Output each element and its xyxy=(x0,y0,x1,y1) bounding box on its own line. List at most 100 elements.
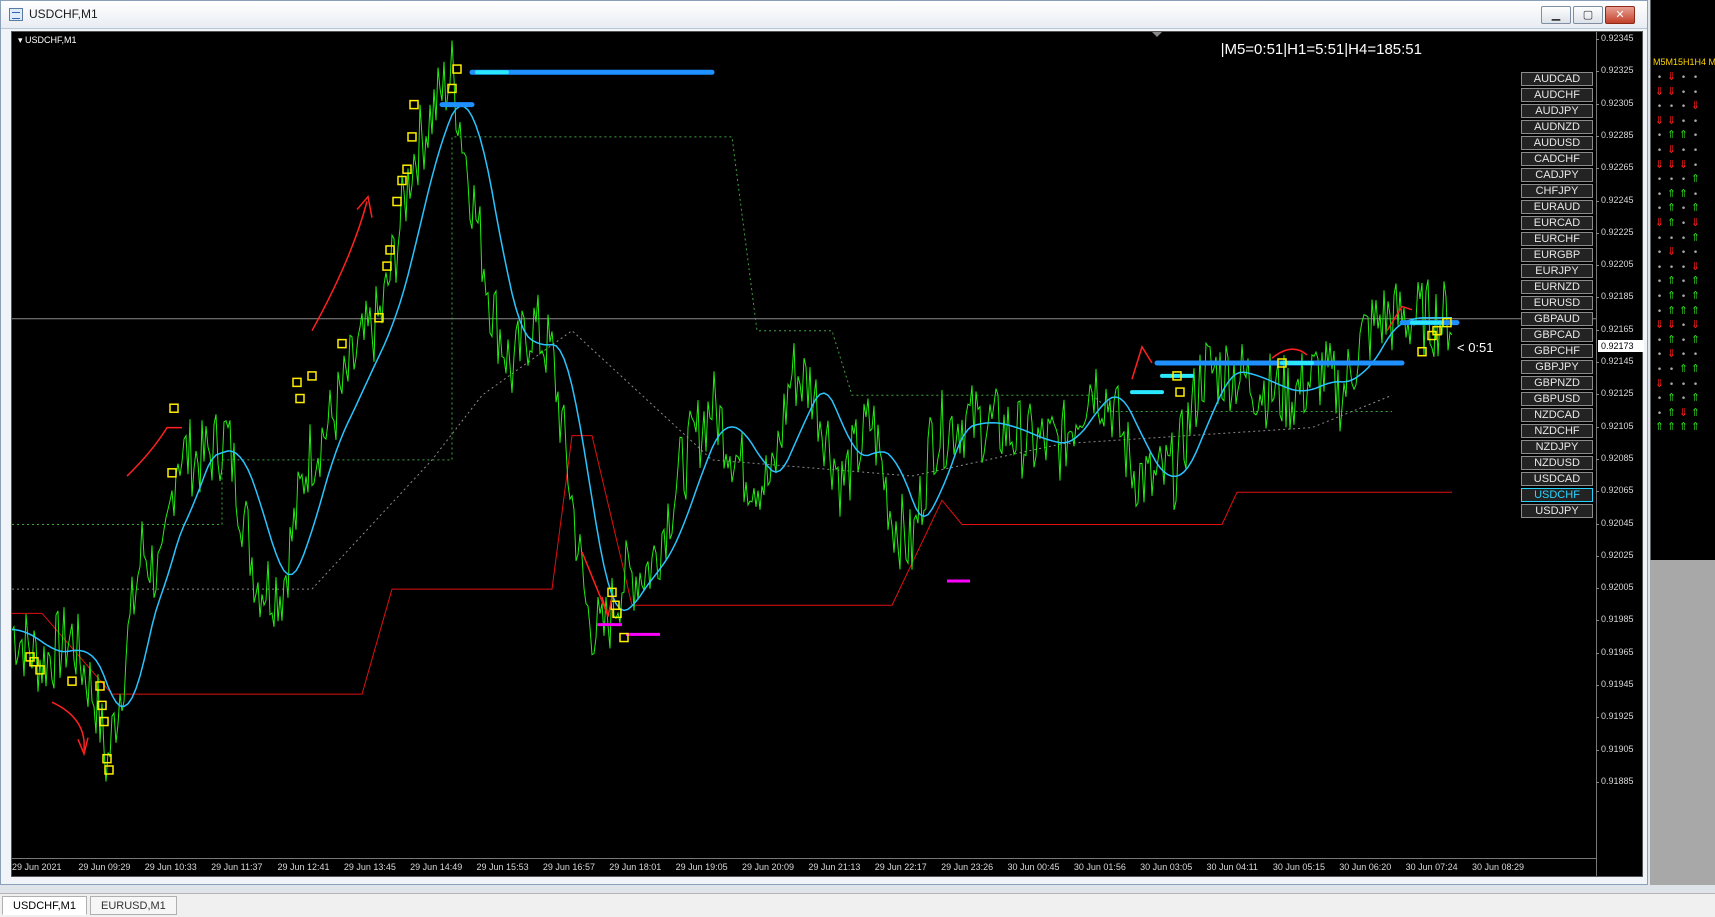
time-tick: 29 Jun 22:17 xyxy=(874,862,927,872)
strength-row: • • • ⇑ xyxy=(1653,172,1715,186)
symbol-button-usdcad[interactable]: USDCAD xyxy=(1521,472,1593,486)
neutral-dot-icon: • xyxy=(1680,146,1686,156)
arrow-down-icon: ⇓ xyxy=(1666,245,1676,259)
symbol-button-euraud[interactable]: EURAUD xyxy=(1521,200,1593,214)
strength-row: ⇓ • • • xyxy=(1653,377,1715,391)
neutral-dot-icon: • xyxy=(1680,321,1686,332)
title-bar[interactable]: USDCHF,M1 ▁ ▢ ✕ xyxy=(1,1,1647,29)
symbol-button-audcad[interactable]: AUDCAD xyxy=(1521,72,1593,86)
signal-box xyxy=(382,261,392,271)
arrow-down-icon: ⇓ xyxy=(1654,318,1664,332)
neutral-dot-icon: • xyxy=(1656,146,1662,156)
neutral-dot-icon: • xyxy=(1692,379,1698,390)
symbol-button-eurgbp[interactable]: EURGBP xyxy=(1521,248,1593,262)
symbol-button-gbpchf[interactable]: GBPCHF xyxy=(1521,344,1593,358)
chart-shift-marker[interactable] xyxy=(1152,32,1162,37)
neutral-dot-icon: • xyxy=(1656,365,1662,375)
minimize-button[interactable]: ▁ xyxy=(1541,6,1571,24)
neutral-dot-icon: • xyxy=(1692,146,1698,156)
neutral-dot-icon: • xyxy=(1656,408,1662,419)
strength-row: • ⇑ ⇑ • xyxy=(1653,128,1715,142)
strength-row: ⇓ ⇓ • ⇓ xyxy=(1653,318,1715,332)
symbol-button-audjpy[interactable]: AUDJPY xyxy=(1521,104,1593,118)
symbol-button-nzdusd[interactable]: NZDUSD xyxy=(1521,456,1593,470)
price-chart[interactable]: ▾ USDCHF,M1 |M5=0:51|H1=5:51|H4=185:51 <… xyxy=(11,31,1644,877)
symbol-button-eurcad[interactable]: EURCAD xyxy=(1521,216,1593,230)
symbol-button-audnzd[interactable]: AUDNZD xyxy=(1521,120,1593,134)
neutral-dot-icon: • xyxy=(1692,116,1698,127)
price-axis[interactable]: 0.92345 0.92325 0.92305 0.92285 0.92265 0.922… xyxy=(1596,32,1644,876)
neutral-dot-icon: • xyxy=(1680,233,1686,244)
arrow-up-icon: ⇑ xyxy=(1666,128,1676,142)
price-tick: 0.92105 xyxy=(1596,420,1634,431)
neutral-dot-icon: • xyxy=(1680,277,1686,288)
moving-average-line xyxy=(12,105,1452,708)
arrow-down-icon: ⇓ xyxy=(1654,216,1664,229)
symbol-button-chfjpy[interactable]: CHFJPY xyxy=(1521,184,1593,198)
symbol-button-eurusd[interactable]: EURUSD xyxy=(1521,296,1593,310)
time-tick: 29 Jun 10:33 xyxy=(144,862,197,872)
window-title: USDCHF,M1 xyxy=(29,7,98,21)
symbol-button-eurchf[interactable]: EURCHF xyxy=(1521,232,1593,246)
symbol-button-gbpnzd[interactable]: GBPNZD xyxy=(1521,376,1593,390)
arrow-up-icon: ⇑ xyxy=(1666,274,1676,288)
price-tick: 0.92185 xyxy=(1596,291,1634,302)
symbol-button-cadjpy[interactable]: CADJPY xyxy=(1521,168,1593,182)
symbol-button-audchf[interactable]: AUDCHF xyxy=(1521,88,1593,102)
neutral-dot-icon: • xyxy=(1680,335,1686,346)
neutral-dot-icon: • xyxy=(1680,379,1686,390)
chart-tab[interactable]: USDCHF,M1 xyxy=(2,896,87,915)
symbol-button-eurnzd[interactable]: EURNZD xyxy=(1521,280,1593,294)
annotation-arrow-up xyxy=(1131,345,1153,380)
neutral-dot-icon: • xyxy=(1692,73,1698,83)
symbol-button-gbpusd[interactable]: GBPUSD xyxy=(1521,392,1593,406)
current-price-label: 0.92173 xyxy=(1598,340,1644,352)
time-axis[interactable]: 29 Jun 2021 29 Jun 09:29 29 Jun 10:33 29 Ju… xyxy=(12,858,1596,876)
symbol-button-nzdjpy[interactable]: NZDJPY xyxy=(1521,440,1593,454)
strength-row: • ⇑ ⇑ • xyxy=(1653,187,1715,201)
price-tick: 0.92165 xyxy=(1596,323,1634,334)
price-tick: 0.92205 xyxy=(1596,259,1634,270)
arrow-up-icon: ⇑ xyxy=(1666,186,1676,200)
symbol-button-nzdchf[interactable]: NZDCHF xyxy=(1521,424,1593,438)
arrow-up-icon: ⇑ xyxy=(1690,420,1700,434)
arrow-down-icon: ⇓ xyxy=(1666,143,1676,156)
chart-tab[interactable]: EURUSD,M1 xyxy=(90,896,177,915)
symbol-button-eurjpy[interactable]: EURJPY xyxy=(1521,264,1593,278)
neutral-dot-icon: • xyxy=(1680,116,1686,127)
chart-canvas[interactable] xyxy=(12,32,1596,858)
chart-window: USDCHF,M1 ▁ ▢ ✕ ▾ USDCHF,M1 |M5=0:51|H1=… xyxy=(0,0,1648,885)
arrow-down-icon: ⇓ xyxy=(1678,157,1688,171)
close-button[interactable]: ✕ xyxy=(1605,6,1635,24)
symbol-button-gbpjpy[interactable]: GBPJPY xyxy=(1521,360,1593,374)
symbol-button-nzdcad[interactable]: NZDCAD xyxy=(1521,408,1593,422)
arrow-up-icon: ⇑ xyxy=(1690,289,1700,302)
strength-panel-header: M5M15H1H4 M xyxy=(1653,57,1715,67)
symbol-button-usdchf[interactable]: USDCHF xyxy=(1521,488,1593,502)
neutral-dot-icon: • xyxy=(1692,160,1698,171)
strength-row: • ⇑ • ⇑ xyxy=(1653,274,1715,288)
time-tick: 30 Jun 05:15 xyxy=(1272,862,1325,872)
maximize-button[interactable]: ▢ xyxy=(1573,6,1603,24)
timeframe-timer: |M5=0:51|H1=5:51|H4=185:51 xyxy=(1220,41,1422,58)
time-tick: 29 Jun 20:09 xyxy=(742,862,795,872)
symbol-button-audusd[interactable]: AUDUSD xyxy=(1521,136,1593,150)
neutral-dot-icon: • xyxy=(1656,335,1662,346)
arrow-up-icon: ⇑ xyxy=(1690,303,1700,317)
symbol-button-usdjpy[interactable]: USDJPY xyxy=(1521,504,1593,518)
annotation-arrow-up xyxy=(311,201,368,332)
neutral-dot-icon: • xyxy=(1680,102,1686,113)
signal-box xyxy=(1175,387,1185,397)
symbol-button-gbpcad[interactable]: GBPCAD xyxy=(1521,328,1593,342)
signal-box xyxy=(169,403,179,413)
arrow-up-icon: ⇑ xyxy=(1666,201,1676,215)
chart-symbol-label[interactable]: ▾ USDCHF,M1 xyxy=(18,35,77,46)
strength-panel: M5M15H1H4 M • ⇓ • • ⇓ ⇓ • • • • • ⇓ ⇓ ⇓ • • • ⇑ ⇑ • • ⇓ • • ⇓ ⇓ ⇓ •… xyxy=(1650,0,1715,560)
strength-row: ⇓ ⇓ ⇓ • xyxy=(1653,158,1715,172)
bar-countdown: < 0:51 xyxy=(1457,340,1494,355)
price-tick: 0.92225 xyxy=(1596,226,1634,237)
symbol-button-gbpaud[interactable]: GBPAUD xyxy=(1521,312,1593,326)
arrow-up-icon: ⇑ xyxy=(1666,289,1676,302)
symbol-button-cadchf[interactable]: CADCHF xyxy=(1521,152,1593,166)
arrow-down-icon: ⇓ xyxy=(1666,113,1676,127)
